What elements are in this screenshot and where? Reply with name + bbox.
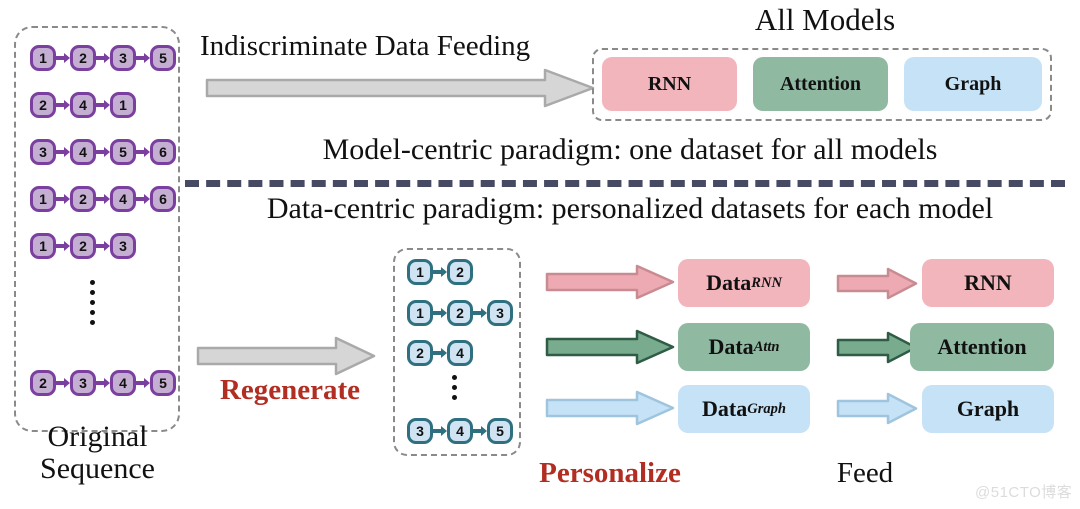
original-sequence-ellipsis — [90, 280, 95, 325]
personalize-label: Personalize — [539, 457, 681, 489]
indiscriminate-data-feeding-label: Indiscriminate Data Feeding — [200, 30, 531, 62]
sequence-node: 4 — [110, 370, 136, 396]
regenerated-node: 4 — [447, 340, 473, 366]
sequence-node: 1 — [30, 233, 56, 259]
paradigm-divider — [185, 180, 1065, 187]
sequence-node: 2 — [70, 186, 96, 212]
feed-arrow-attn-icon — [836, 331, 918, 364]
feed-label: Feed — [836, 457, 894, 489]
sequence-node: 5 — [150, 45, 176, 71]
all-models-title: All Models — [754, 2, 896, 37]
regenerated-node: 1 — [407, 300, 433, 326]
sequence-node: 6 — [150, 186, 176, 212]
sequence-node: 1 — [30, 45, 56, 71]
sequence-node: 3 — [30, 139, 56, 165]
sequence-node: 2 — [30, 370, 56, 396]
regenerated-sequence-row: 1 2 — [407, 259, 473, 285]
regenerated-sequence-row: 2 4 — [407, 340, 473, 366]
sequence-node: 3 — [70, 370, 96, 396]
model-chip-rnn[interactable]: RNN — [602, 57, 737, 111]
target-model-chip-attention-label: Attention — [937, 334, 1027, 359]
regenerate-label: Regenerate — [219, 374, 361, 406]
sequence-node: 5 — [110, 139, 136, 165]
regenerated-node: 3 — [407, 418, 433, 444]
regenerated-sequence-row: 1 2 3 — [407, 300, 513, 326]
target-model-chip-rnn[interactable]: RNN — [922, 259, 1054, 307]
feed-arrow-graph-icon — [836, 392, 918, 425]
sequence-node: 2 — [70, 233, 96, 259]
regenerated-node: 2 — [407, 340, 433, 366]
dataset-chip-rnn-label: Data — [706, 270, 752, 295]
dataset-chip-attn-label: Data — [708, 334, 754, 359]
sequence-node: 2 — [70, 45, 96, 71]
sequence-node: 2 — [30, 92, 56, 118]
target-model-chip-graph[interactable]: Graph — [922, 385, 1054, 433]
regenerated-node: 1 — [407, 259, 433, 285]
feed-arrow-rnn-icon — [836, 267, 918, 300]
original-sequence-row: 2 4 1 — [30, 92, 136, 118]
model-chip-attention[interactable]: Attention — [753, 57, 888, 111]
model-chip-attention-label: Attention — [779, 72, 862, 95]
target-model-chip-graph-label: Graph — [956, 396, 1020, 421]
regenerated-node: 2 — [447, 300, 473, 326]
watermark: @51CTO博客 — [975, 484, 1073, 501]
dataset-chip-graph[interactable]: Data Graph — [678, 385, 810, 433]
original-sequence-row: 2 3 4 5 — [30, 370, 176, 396]
sequence-node: 6 — [150, 139, 176, 165]
regenerated-node: 4 — [447, 418, 473, 444]
original-sequence-row: 1 2 4 6 — [30, 186, 176, 212]
original-sequence-row: 1 2 3 — [30, 233, 136, 259]
regenerated-sequence-ellipsis — [452, 375, 457, 400]
regenerated-sequence-row: 3 4 5 — [407, 418, 513, 444]
original-sequence-caption-line1: Original — [47, 420, 148, 453]
personalize-arrow-attn-icon — [545, 329, 675, 365]
sequence-node: 1 — [110, 92, 136, 118]
regenerated-node: 2 — [447, 259, 473, 285]
sequence-node: 1 — [30, 186, 56, 212]
regenerated-node: 3 — [487, 300, 513, 326]
dataset-chip-attn[interactable]: Data Attn — [678, 323, 810, 371]
regenerate-arrow-icon — [196, 336, 376, 376]
feeding-arrow-icon — [205, 68, 595, 108]
model-chip-graph-label: Graph — [944, 72, 1002, 95]
regenerated-node: 5 — [487, 418, 513, 444]
target-model-chip-rnn-label: RNN — [964, 270, 1012, 295]
original-sequence-row: 1 2 3 5 — [30, 45, 176, 71]
personalize-arrow-rnn-icon — [545, 264, 675, 300]
personalize-arrow-graph-icon — [545, 390, 675, 426]
sequence-node: 4 — [70, 92, 96, 118]
dataset-chip-rnn-subscript: RNN — [751, 274, 782, 291]
sequence-node: 3 — [110, 233, 136, 259]
model-centric-paradigm-text: Model-centric paradigm: one dataset for … — [322, 133, 938, 166]
data-centric-paradigm-text: Data-centric paradigm: personalized data… — [266, 192, 994, 225]
sequence-node: 5 — [150, 370, 176, 396]
sequence-node: 4 — [70, 139, 96, 165]
target-model-chip-attention[interactable]: Attention — [910, 323, 1054, 371]
dataset-chip-graph-subscript: Graph — [747, 400, 786, 417]
dataset-chip-attn-subscript: Attn — [753, 338, 780, 355]
dataset-chip-graph-label: Data — [702, 396, 748, 421]
model-chip-rnn-label: RNN — [647, 72, 692, 95]
sequence-node: 4 — [110, 186, 136, 212]
original-sequence-caption-line2: Sequence — [40, 451, 155, 485]
original-sequence-caption: Original Sequence — [0, 421, 195, 484]
sequence-node: 3 — [110, 45, 136, 71]
dataset-chip-rnn[interactable]: Data RNN — [678, 259, 810, 307]
model-chip-graph[interactable]: Graph — [904, 57, 1042, 111]
original-sequence-row: 3 4 5 6 — [30, 139, 176, 165]
